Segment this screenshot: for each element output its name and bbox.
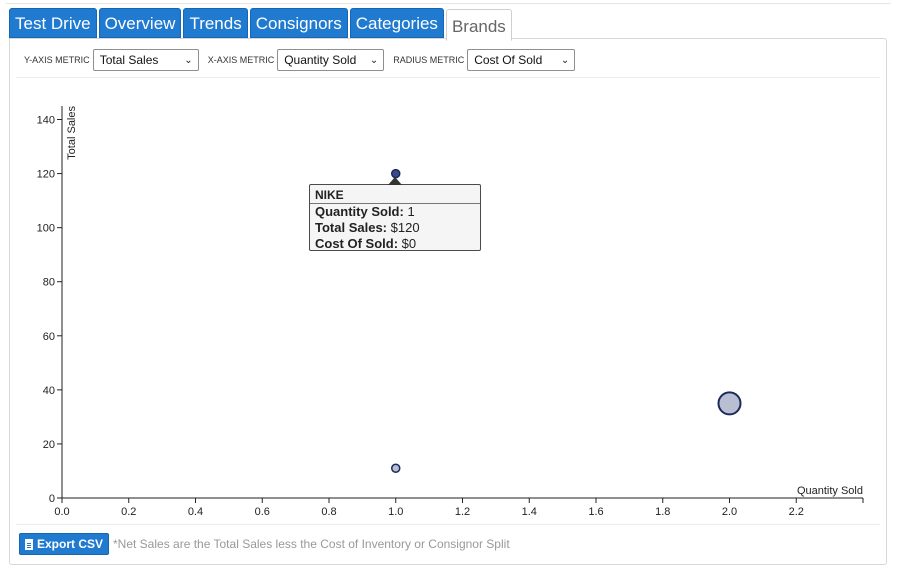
x-tick-label: 0.0	[54, 506, 69, 518]
brands-panel: Y-AXIS METRIC Total Sales ⌄ X-AXIS METRI…	[9, 38, 887, 565]
tooltip-title: NIKE	[310, 185, 480, 204]
tooltip-row-quantity: Quantity Sold: 1	[315, 204, 415, 219]
tab-test-drive[interactable]: Test Drive	[9, 8, 97, 38]
x-tick-label: 1.2	[455, 506, 470, 518]
net-sales-note: *Net Sales are the Total Sales less the …	[113, 537, 510, 551]
scatter-chart: 0.0 0.2 0.4 0.6 0.8 1.0 1.2 1.4 1.6 1.8 2.0 2.2 0 20 4…	[37, 106, 864, 518]
x-tick-label: 1.8	[655, 506, 670, 518]
y-axis-label: Total Sales	[66, 106, 78, 160]
data-point	[391, 463, 401, 474]
export-csv-button[interactable]: Export CSV	[19, 533, 110, 555]
tab-overview[interactable]: Overview	[98, 8, 182, 38]
y-tick-label: 140	[37, 115, 55, 127]
tooltip-row-sales: Total Sales: $120	[315, 220, 420, 235]
x-tick-label: 2.0	[722, 506, 737, 518]
x-tick-label: 0.2	[121, 506, 136, 518]
footer-divider	[16, 524, 880, 525]
y-tick-label: 80	[43, 277, 55, 289]
tab-categories[interactable]: Categories	[349, 8, 444, 38]
tooltip-arrow	[388, 177, 402, 185]
y-tick-label: 120	[37, 169, 55, 181]
x-tick-label: 0.6	[255, 506, 270, 518]
document-icon	[25, 538, 33, 550]
x-axis-label: Quantity Sold	[797, 485, 863, 497]
x-tick-label: 0.4	[188, 506, 203, 518]
point-tooltip: NIKE Quantity Sold: 1 Total Sales: $120 …	[309, 177, 481, 251]
top-divider	[6, 3, 891, 4]
x-tick-label: 0.8	[321, 506, 336, 518]
y-tick-label: 20	[43, 439, 55, 451]
y-tick-label: 40	[43, 385, 55, 397]
export-csv-label: Export CSV	[37, 537, 104, 551]
x-tick-label: 1.4	[522, 506, 537, 518]
tab-brands[interactable]: Brands	[445, 9, 512, 41]
x-tick-label: 1.6	[588, 506, 603, 518]
tab-trends[interactable]: Trends	[183, 8, 248, 38]
data-point	[717, 391, 742, 416]
x-tick-label: 1.0	[388, 506, 403, 518]
y-tick-label: 100	[37, 223, 55, 235]
tab-bar: Test Drive Overview Trends Consignors Ca…	[9, 8, 512, 41]
y-tick-label: 0	[49, 493, 55, 505]
tooltip-row-cost: Cost Of Sold: $0	[315, 236, 417, 251]
y-tick-label: 60	[43, 331, 55, 343]
x-tick-label: 2.2	[789, 506, 804, 518]
tab-consignors[interactable]: Consignors	[249, 8, 348, 38]
